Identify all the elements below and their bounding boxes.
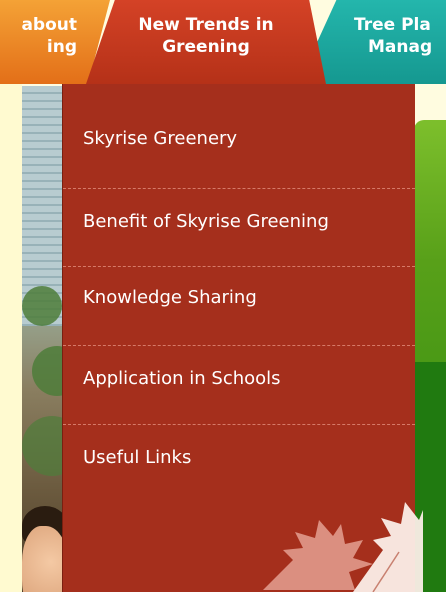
page: about ing Tree Pla Manag New Trends in G… [0, 0, 446, 592]
menu-item-application-in-schools[interactable]: Application in Schools [63, 346, 415, 422]
tab-label-line1: about [21, 15, 77, 35]
maple-leaf-icon [263, 502, 423, 592]
menu-item-label: Useful Links [83, 447, 192, 468]
tab-label: about ing [21, 14, 77, 58]
menu-item-label: Application in Schools [83, 368, 281, 389]
tab-label-line1: Tree Pla [354, 15, 431, 35]
menu-item-label: Knowledge Sharing [83, 287, 257, 308]
menu-item-label: Skyrise Greenery [83, 128, 238, 149]
tab-label-line2: Manag [368, 37, 433, 57]
tab-label-line2: Greening [162, 37, 250, 57]
menu-item-label: Benefit of Skyrise Greening [83, 211, 329, 232]
tab-label-line1: New Trends in [138, 15, 274, 35]
menu-item-knowledge-sharing[interactable]: Knowledge Sharing [63, 267, 415, 343]
tab-label: Tree Pla Manag [354, 14, 432, 58]
dropdown-menu: Skyrise Greenery Benefit of Skyrise Gree… [62, 84, 423, 592]
menu-item-skyrise-greenery[interactable]: Skyrise Greenery [63, 84, 415, 188]
tab-label-line2: ing [46, 37, 77, 57]
left-margin [0, 0, 22, 592]
tab-label: New Trends in Greening [106, 14, 306, 58]
foliage [22, 286, 62, 326]
menu-item-benefit-of-skyrise-greening[interactable]: Benefit of Skyrise Greening [63, 189, 415, 265]
tab-new-trends-in-greening[interactable]: New Trends in Greening [86, 0, 326, 84]
